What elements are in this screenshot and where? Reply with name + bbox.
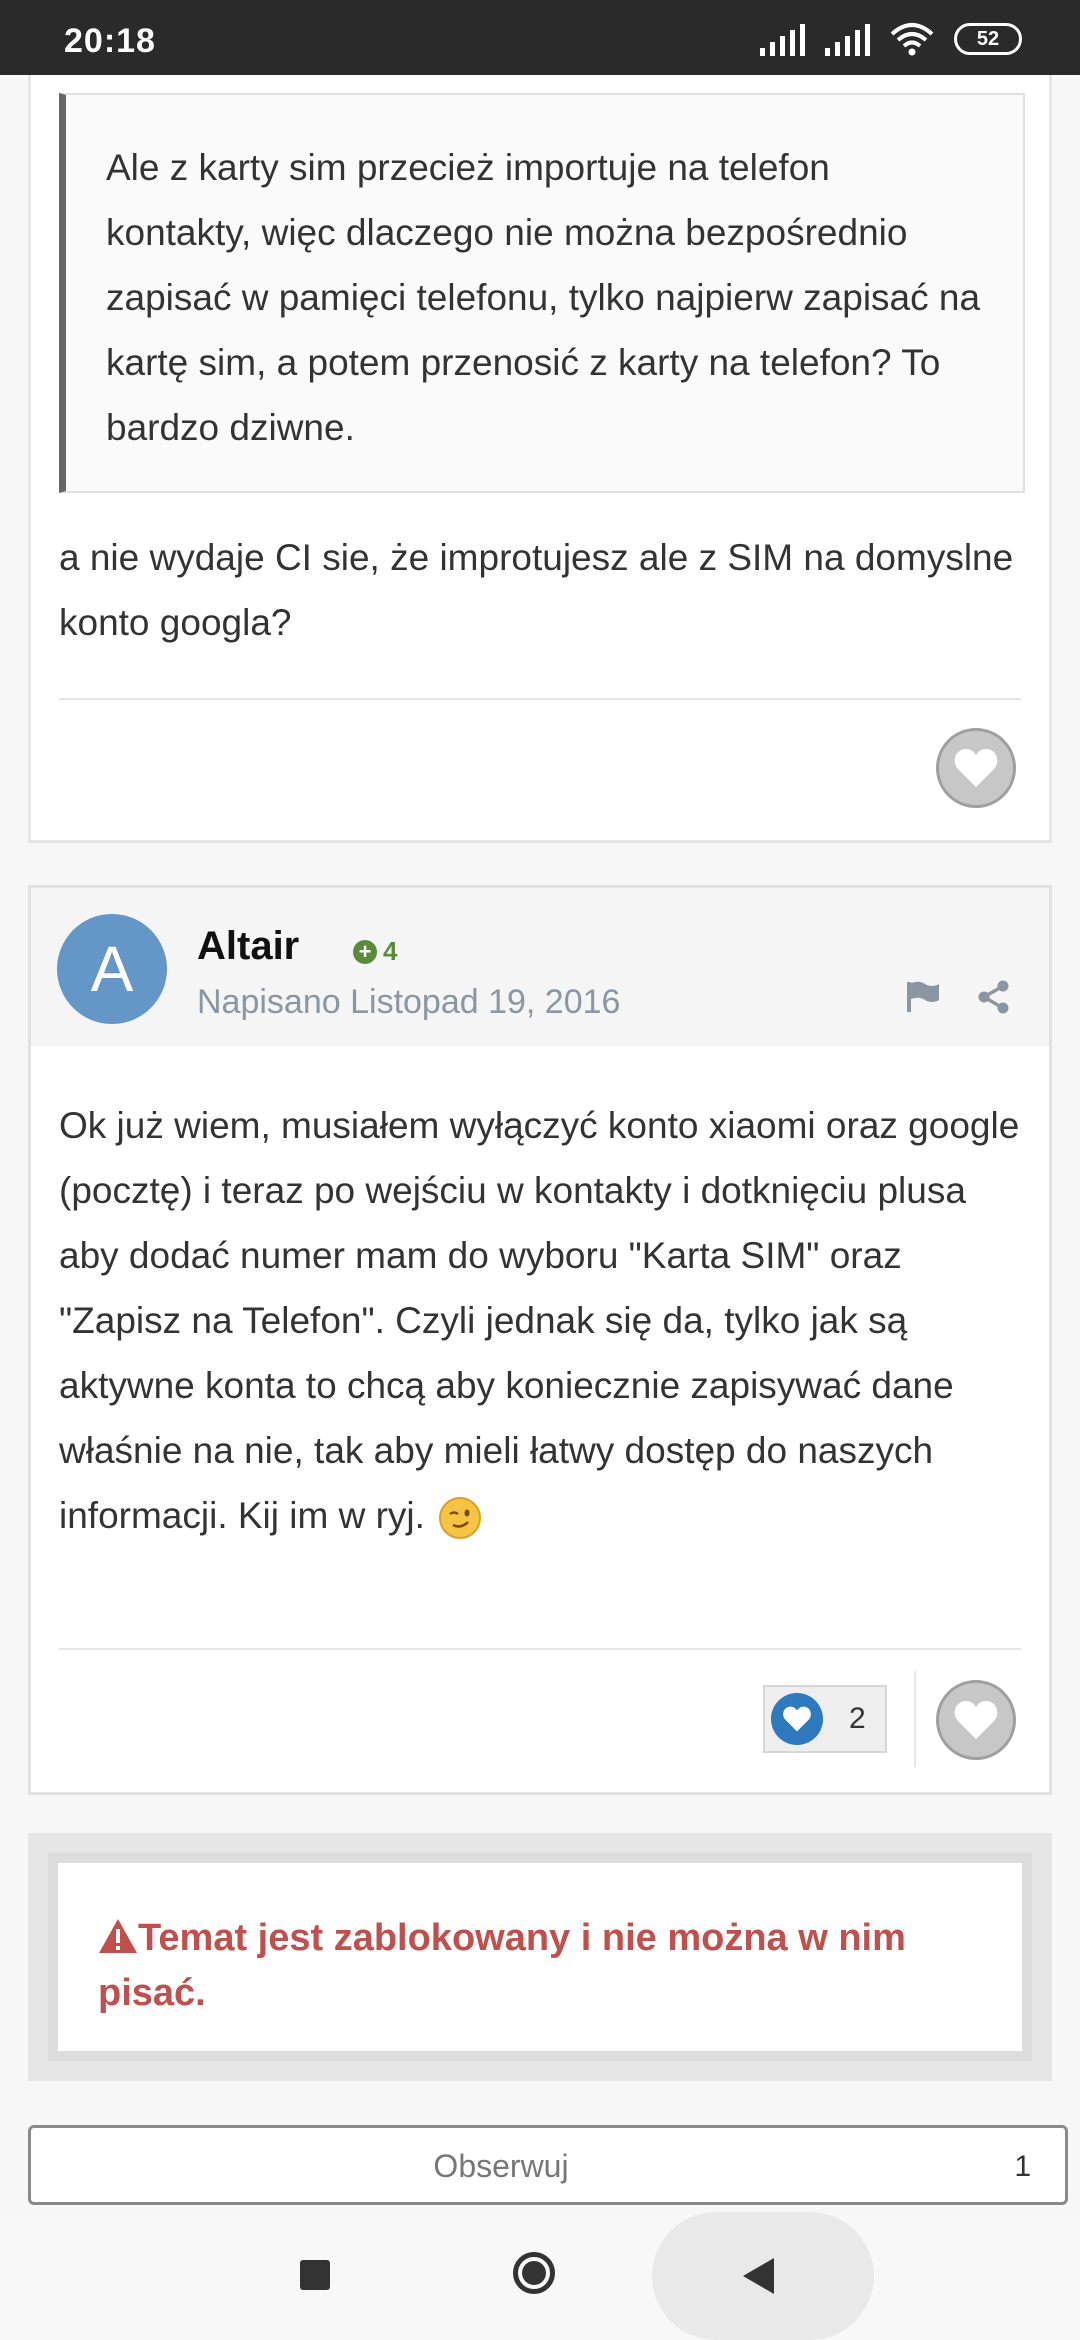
heart-icon: [771, 1693, 823, 1745]
flag-icon[interactable]: [905, 980, 941, 1014]
reputation-count: 4: [383, 936, 398, 966]
status-time: 20:18: [64, 22, 156, 60]
wifi-icon: [890, 23, 934, 56]
quote-text: Ale z karty sim przecież importuje na te…: [106, 147, 981, 448]
wink-emoji-icon: [439, 1497, 482, 1540]
previous-post-text: a nie wydaje CI sie, że improtujesz ale …: [59, 537, 1014, 643]
divider: [59, 1648, 1021, 1650]
back-icon[interactable]: [740, 2256, 776, 2296]
locked-message: Temat jest zablokowany i nie można w nim…: [98, 1911, 982, 2021]
post-header: A Altair + 4 Napisano Listopad 19, 2016: [31, 888, 1049, 1046]
locked-notice-box: Temat jest zablokowany i nie można w nim…: [48, 1853, 1032, 2061]
follow-button[interactable]: Obserwuj 1: [28, 2125, 1068, 2205]
plus-icon: +: [353, 939, 377, 964]
post-date: Napisano Listopad 19, 2016: [197, 983, 621, 1021]
status-bar: 20:18 52: [0, 0, 1080, 75]
navigation-bar: [0, 2212, 1080, 2340]
home-icon[interactable]: [513, 2252, 555, 2294]
signal-icon: [825, 22, 870, 56]
locked-notice: Temat jest zablokowany i nie można w nim…: [28, 1833, 1052, 2081]
like-button[interactable]: [936, 1680, 1016, 1760]
warning-icon: [99, 1919, 137, 1953]
previous-post-card: Ale z karty sim przecież importuje na te…: [28, 75, 1052, 843]
heart-icon: [954, 749, 998, 787]
heart-icon: [954, 1701, 998, 1739]
like-button[interactable]: [936, 728, 1016, 808]
recents-icon[interactable]: [300, 2260, 330, 2290]
signal-icon: [760, 22, 805, 56]
locked-message-text: Temat jest zablokowany i nie można w nim…: [98, 1917, 906, 2014]
battery-icon: 52: [954, 23, 1022, 55]
author-name[interactable]: Altair: [197, 924, 299, 969]
avatar[interactable]: A: [57, 914, 167, 1024]
quote-block: Ale z karty sim przecież importuje na te…: [59, 93, 1025, 493]
post-card: A Altair + 4 Napisano Listopad 19, 2016 …: [28, 885, 1052, 1795]
reputation-badge: + 4: [353, 936, 397, 967]
separator: [914, 1671, 916, 1767]
reaction-count: 2: [849, 1702, 866, 1735]
reaction-summary[interactable]: 2: [763, 1685, 887, 1753]
status-icons: 52: [760, 22, 1022, 56]
post-body: Ok już wiem, musiałem wyłączyć konto xia…: [59, 1093, 1021, 1548]
post-body-text: Ok już wiem, musiałem wyłączyć konto xia…: [59, 1105, 1020, 1536]
divider: [59, 698, 1021, 700]
share-icon[interactable]: [977, 980, 1011, 1014]
follow-label: Obserwuj: [433, 2148, 569, 2184]
follower-count: 1: [1014, 2150, 1031, 2183]
